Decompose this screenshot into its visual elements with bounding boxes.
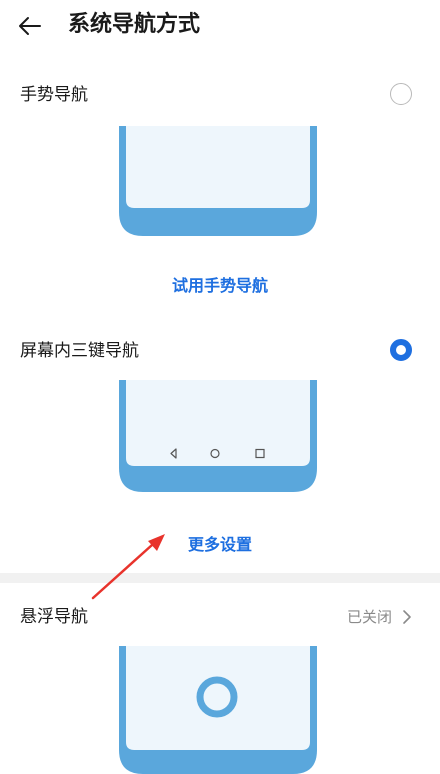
more-settings-link[interactable]: 更多设置: [0, 531, 440, 555]
gesture-nav-row[interactable]: 手势导航: [0, 76, 440, 116]
gesture-nav-radio[interactable]: [390, 83, 412, 105]
top-bar: 系统导航方式: [0, 0, 440, 56]
arrow-left-icon: [19, 17, 41, 35]
three-key-nav-preview: [119, 380, 317, 492]
back-button[interactable]: [14, 10, 46, 42]
three-key-nav-row[interactable]: 屏幕内三键导航: [0, 332, 440, 372]
section-divider: [0, 573, 440, 583]
floating-nav-row[interactable]: 悬浮导航 已关闭: [0, 598, 440, 638]
system-navigation-page: 系统导航方式 手势导航 试用手势导航 屏幕内三键导航 更多设置 悬浮导航 已关闭: [0, 0, 440, 774]
three-key-nav-label: 屏幕内三键导航: [20, 341, 139, 361]
chevron-right-icon[interactable]: [400, 606, 414, 628]
gesture-nav-preview: [119, 126, 317, 236]
floating-nav-preview: [119, 646, 317, 774]
three-key-nav-radio[interactable]: [390, 339, 412, 361]
page-title: 系统导航方式: [68, 12, 201, 37]
gesture-nav-label: 手势导航: [20, 85, 88, 105]
try-gesture-nav-link[interactable]: 试用手势导航: [0, 272, 440, 296]
floating-nav-label: 悬浮导航: [20, 607, 88, 627]
floating-nav-status: 已关闭: [346, 608, 392, 626]
